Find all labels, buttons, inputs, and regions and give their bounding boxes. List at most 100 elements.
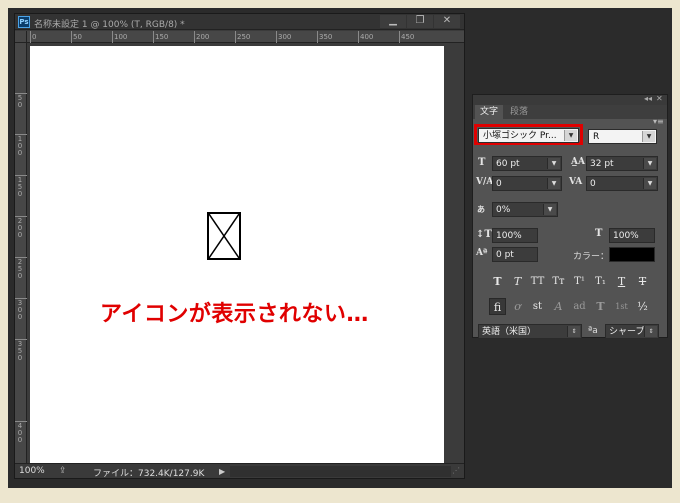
ruler-label: 3 5 0 (17, 340, 23, 362)
ruler-tick (317, 31, 318, 43)
horizontal-scale-icon: T (595, 228, 603, 239)
baseline-shift-icon: Aª (476, 248, 488, 258)
fractions-button[interactable]: ½ (634, 298, 651, 315)
vertical-scale-icon: ↕T (476, 229, 492, 240)
broken-image-icon (207, 212, 241, 260)
document-titlebar[interactable]: Ps 名称未設定 1 @ 100% (T, RGB/8) * ▁ ❐ ✕ (15, 14, 464, 30)
vertical-ruler[interactable]: 5 0 1 0 0 1 5 0 2 0 0 2 5 0 3 0 0 3 5 0 … (15, 43, 27, 463)
close-panel-icon[interactable]: ✕ (656, 94, 663, 103)
faux-bold-button[interactable]: T (489, 273, 506, 290)
strikethrough-button[interactable]: T (634, 273, 651, 290)
file-size-info: ファイル：732.4K/127.9K (93, 469, 205, 479)
faux-italic-button[interactable]: T (509, 273, 526, 290)
language-select[interactable]: 英語（米国） ⇕ (478, 324, 582, 339)
workspace: Ps 名称未設定 1 @ 100% (T, RGB/8) * ▁ ❐ ✕ 0 5… (8, 8, 672, 488)
collapse-panel-icon[interactable]: ◂◂ (644, 94, 652, 103)
panel-tabs: 文字 段落 ▾≡ (473, 105, 667, 126)
ruler-tick (358, 31, 359, 43)
status-menu-arrow-icon[interactable]: ▶ (219, 467, 225, 476)
photoshop-logo-icon: Ps (18, 16, 30, 28)
ruler-tick (30, 31, 31, 43)
ruler-tick (399, 31, 400, 43)
chevron-down-icon[interactable]: ▼ (564, 130, 577, 141)
stylistic-alternates-button[interactable]: st (529, 298, 546, 315)
underline-button[interactable]: T (613, 273, 630, 290)
kerning-value: 0 (496, 179, 502, 189)
antialias-select[interactable]: シャープ ⇕ (605, 324, 659, 339)
ruler-label: 350 (319, 33, 333, 41)
font-style-select[interactable]: R ▼ (588, 129, 657, 144)
chevron-down-icon[interactable]: ▼ (642, 131, 655, 142)
character-panel: ◂◂ ✕ 文字 段落 ▾≡ 小塚ゴシック Pr... ▼ R ▼ T 60 pt… (472, 94, 668, 339)
antialias-icon: ªa (588, 326, 598, 336)
small-caps-button[interactable]: Tт (550, 273, 567, 290)
horizontal-scale-field[interactable]: 100% (609, 228, 655, 243)
ruler-label: 0 (32, 33, 37, 41)
leading-icon: A̲A (571, 157, 585, 167)
ruler-label: 2 5 0 (17, 258, 23, 280)
status-bar: 100% ⇪ ファイル：732.4K/127.9K ▶ ⋰ (15, 463, 464, 479)
document-window: Ps 名称未設定 1 @ 100% (T, RGB/8) * ▁ ❐ ✕ 0 5… (14, 13, 465, 479)
all-caps-button[interactable]: TT (529, 273, 546, 290)
baseline-shift-field[interactable]: 0 pt (492, 247, 538, 262)
chevron-down-icon[interactable]: ▼ (643, 158, 656, 169)
chevron-down-icon[interactable]: ▼ (547, 178, 560, 189)
annotation-text: アイコンが表示されない… (100, 302, 369, 327)
ruler-tick (194, 31, 195, 43)
subscript-button[interactable]: T₁ (592, 273, 609, 290)
tracking-icon: VA (569, 177, 583, 187)
tsume-value: 0% (496, 205, 511, 215)
ruler-label: 1 0 0 (17, 135, 23, 157)
superscript-button[interactable]: T¹ (571, 273, 588, 290)
tab-character[interactable]: 文字 (475, 105, 504, 119)
panel-header[interactable]: ◂◂ ✕ (473, 94, 667, 105)
font-size-field[interactable]: 60 pt ▼ (492, 156, 562, 171)
updown-arrows-icon[interactable]: ⇕ (567, 326, 580, 337)
ruler-label: 1 5 0 (17, 176, 23, 198)
export-icon[interactable]: ⇪ (59, 466, 71, 476)
tracking-value: 0 (590, 179, 596, 189)
kerning-field[interactable]: 0 ▼ (492, 176, 562, 191)
vertical-scrollbar[interactable] (452, 43, 464, 463)
ornaments-button[interactable]: T (592, 298, 609, 315)
ligatures-button[interactable]: ﬁ (489, 298, 506, 315)
horizontal-scrollbar[interactable] (230, 466, 451, 477)
panel-menu-icon[interactable]: ▾≡ (653, 117, 664, 126)
updown-arrows-icon[interactable]: ⇕ (644, 326, 657, 337)
document-canvas[interactable]: アイコンが表示されない… (30, 46, 444, 464)
tab-paragraph[interactable]: 段落 (505, 105, 533, 119)
maximize-button[interactable]: ❐ (407, 15, 433, 28)
font-size-icon: T (478, 157, 486, 168)
ruler-label: 400 (360, 33, 374, 41)
ruler-label: 150 (155, 33, 169, 41)
resize-grip-icon[interactable]: ⋰ (452, 466, 463, 477)
chevron-down-icon[interactable]: ▼ (543, 204, 556, 215)
horizontal-ruler[interactable]: 0 50 100 150 200 250 300 350 400 450 (27, 31, 464, 43)
ruler-label: 250 (237, 33, 251, 41)
ruler-tick (235, 31, 236, 43)
tsume-field[interactable]: 0% ▼ (492, 202, 558, 217)
opentype-buttons-row: ﬁ ơ st A ad T 1st ½ (473, 298, 667, 316)
swash-button[interactable]: A (550, 298, 567, 315)
titling-alternates-button[interactable]: ad (571, 298, 588, 315)
style-buttons-row: T T TT Tт T¹ T₁ T T (473, 273, 667, 291)
vertical-scale-field[interactable]: 100% (492, 228, 538, 243)
ruler-label: 50 (73, 33, 82, 41)
color-swatch[interactable] (609, 247, 655, 262)
ordinals-button[interactable]: 1st (613, 298, 630, 315)
antialias-value: シャープ (609, 327, 645, 337)
tracking-field[interactable]: 0 ▼ (586, 176, 658, 191)
ruler-tick (71, 31, 72, 43)
font-family-select[interactable]: 小塚ゴシック Pr... ▼ (478, 128, 579, 143)
minimize-button[interactable]: ▁ (380, 15, 406, 28)
zoom-level[interactable]: 100% (19, 466, 45, 476)
ruler-corner[interactable] (15, 31, 27, 43)
leading-field[interactable]: 32 pt ▼ (586, 156, 658, 171)
ruler-tick (153, 31, 154, 43)
chevron-down-icon[interactable]: ▼ (643, 178, 656, 189)
font-size-value: 60 pt (496, 159, 520, 169)
ruler-label: 200 (196, 33, 210, 41)
close-button[interactable]: ✕ (434, 15, 460, 28)
old-style-button[interactable]: ơ (509, 298, 526, 315)
chevron-down-icon[interactable]: ▼ (547, 158, 560, 169)
